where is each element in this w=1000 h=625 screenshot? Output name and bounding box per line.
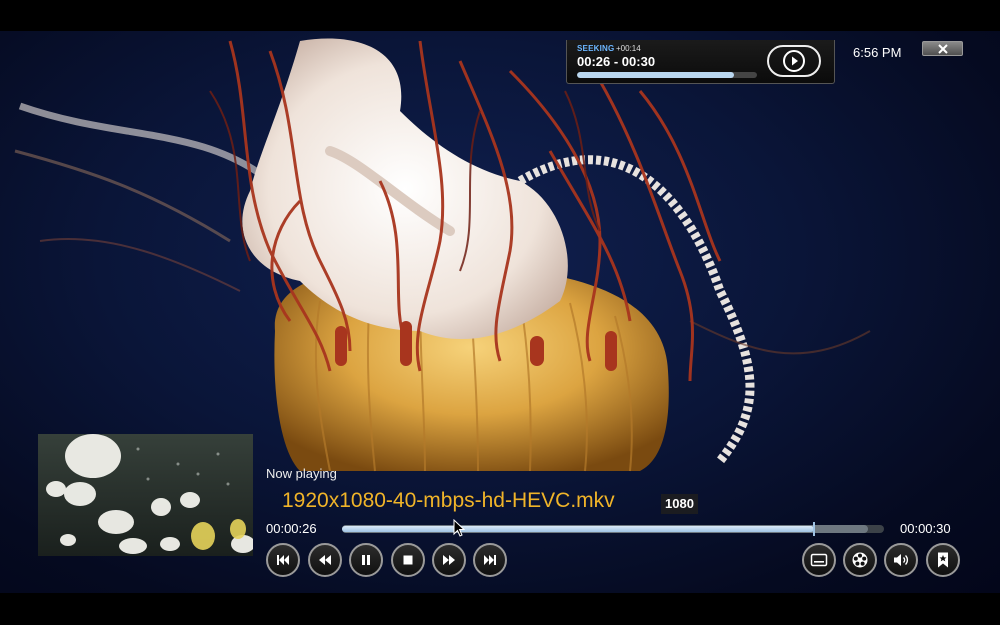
progress-fill (342, 526, 814, 532)
fast-forward-button[interactable] (432, 543, 466, 577)
stop-button[interactable] (391, 543, 425, 577)
skip-next-icon (484, 555, 496, 565)
close-icon (937, 43, 948, 54)
close-button[interactable] (922, 41, 963, 56)
rewind-icon (319, 555, 331, 565)
seek-time-range: 00:26 - 00:30 (577, 54, 656, 69)
progress-handle[interactable] (812, 522, 815, 536)
skip-previous-icon (277, 555, 289, 565)
file-title: 1920x1080-40-mbps-hd-HEVC.mkv (282, 489, 615, 512)
play-circle-icon (783, 50, 805, 72)
skip-previous-button[interactable] (266, 543, 300, 577)
seek-progress-bar (577, 72, 757, 78)
rewind-button[interactable] (308, 543, 342, 577)
playback-progress-bar[interactable] (342, 522, 884, 536)
seek-osd: SEEKING +00:14 00:26 - 00:30 (566, 40, 835, 84)
volume-icon (894, 554, 909, 566)
seek-progress-fill (577, 72, 734, 78)
bookmark-icon (938, 552, 948, 568)
resolution-badge: 1080 (661, 494, 698, 514)
seek-delta: +00:14 (616, 44, 641, 53)
subtitles-icon (810, 553, 828, 567)
skip-next-button[interactable] (473, 543, 507, 577)
seek-play-button[interactable] (767, 45, 821, 77)
pause-button[interactable] (349, 543, 383, 577)
volume-button[interactable] (884, 543, 918, 577)
fast-forward-icon (443, 555, 455, 565)
mouse-pointer-icon (453, 519, 465, 537)
time-total: 00:00:30 (900, 521, 951, 536)
video-thumbnail (38, 434, 253, 556)
pause-icon (362, 555, 370, 565)
clock: 6:56 PM (853, 45, 902, 60)
video-settings-icon (852, 552, 868, 568)
now-playing-label: Now playing (266, 466, 337, 481)
letterbox-bottom (0, 593, 1000, 625)
time-elapsed: 00:00:26 (266, 521, 317, 536)
subtitles-button[interactable] (802, 543, 836, 577)
letterbox-top (0, 0, 1000, 31)
seek-status: SEEKING (577, 44, 615, 53)
stop-icon (403, 555, 413, 565)
bookmark-button[interactable] (926, 543, 960, 577)
video-settings-button[interactable] (843, 543, 877, 577)
thumbnail-image (46, 434, 253, 554)
